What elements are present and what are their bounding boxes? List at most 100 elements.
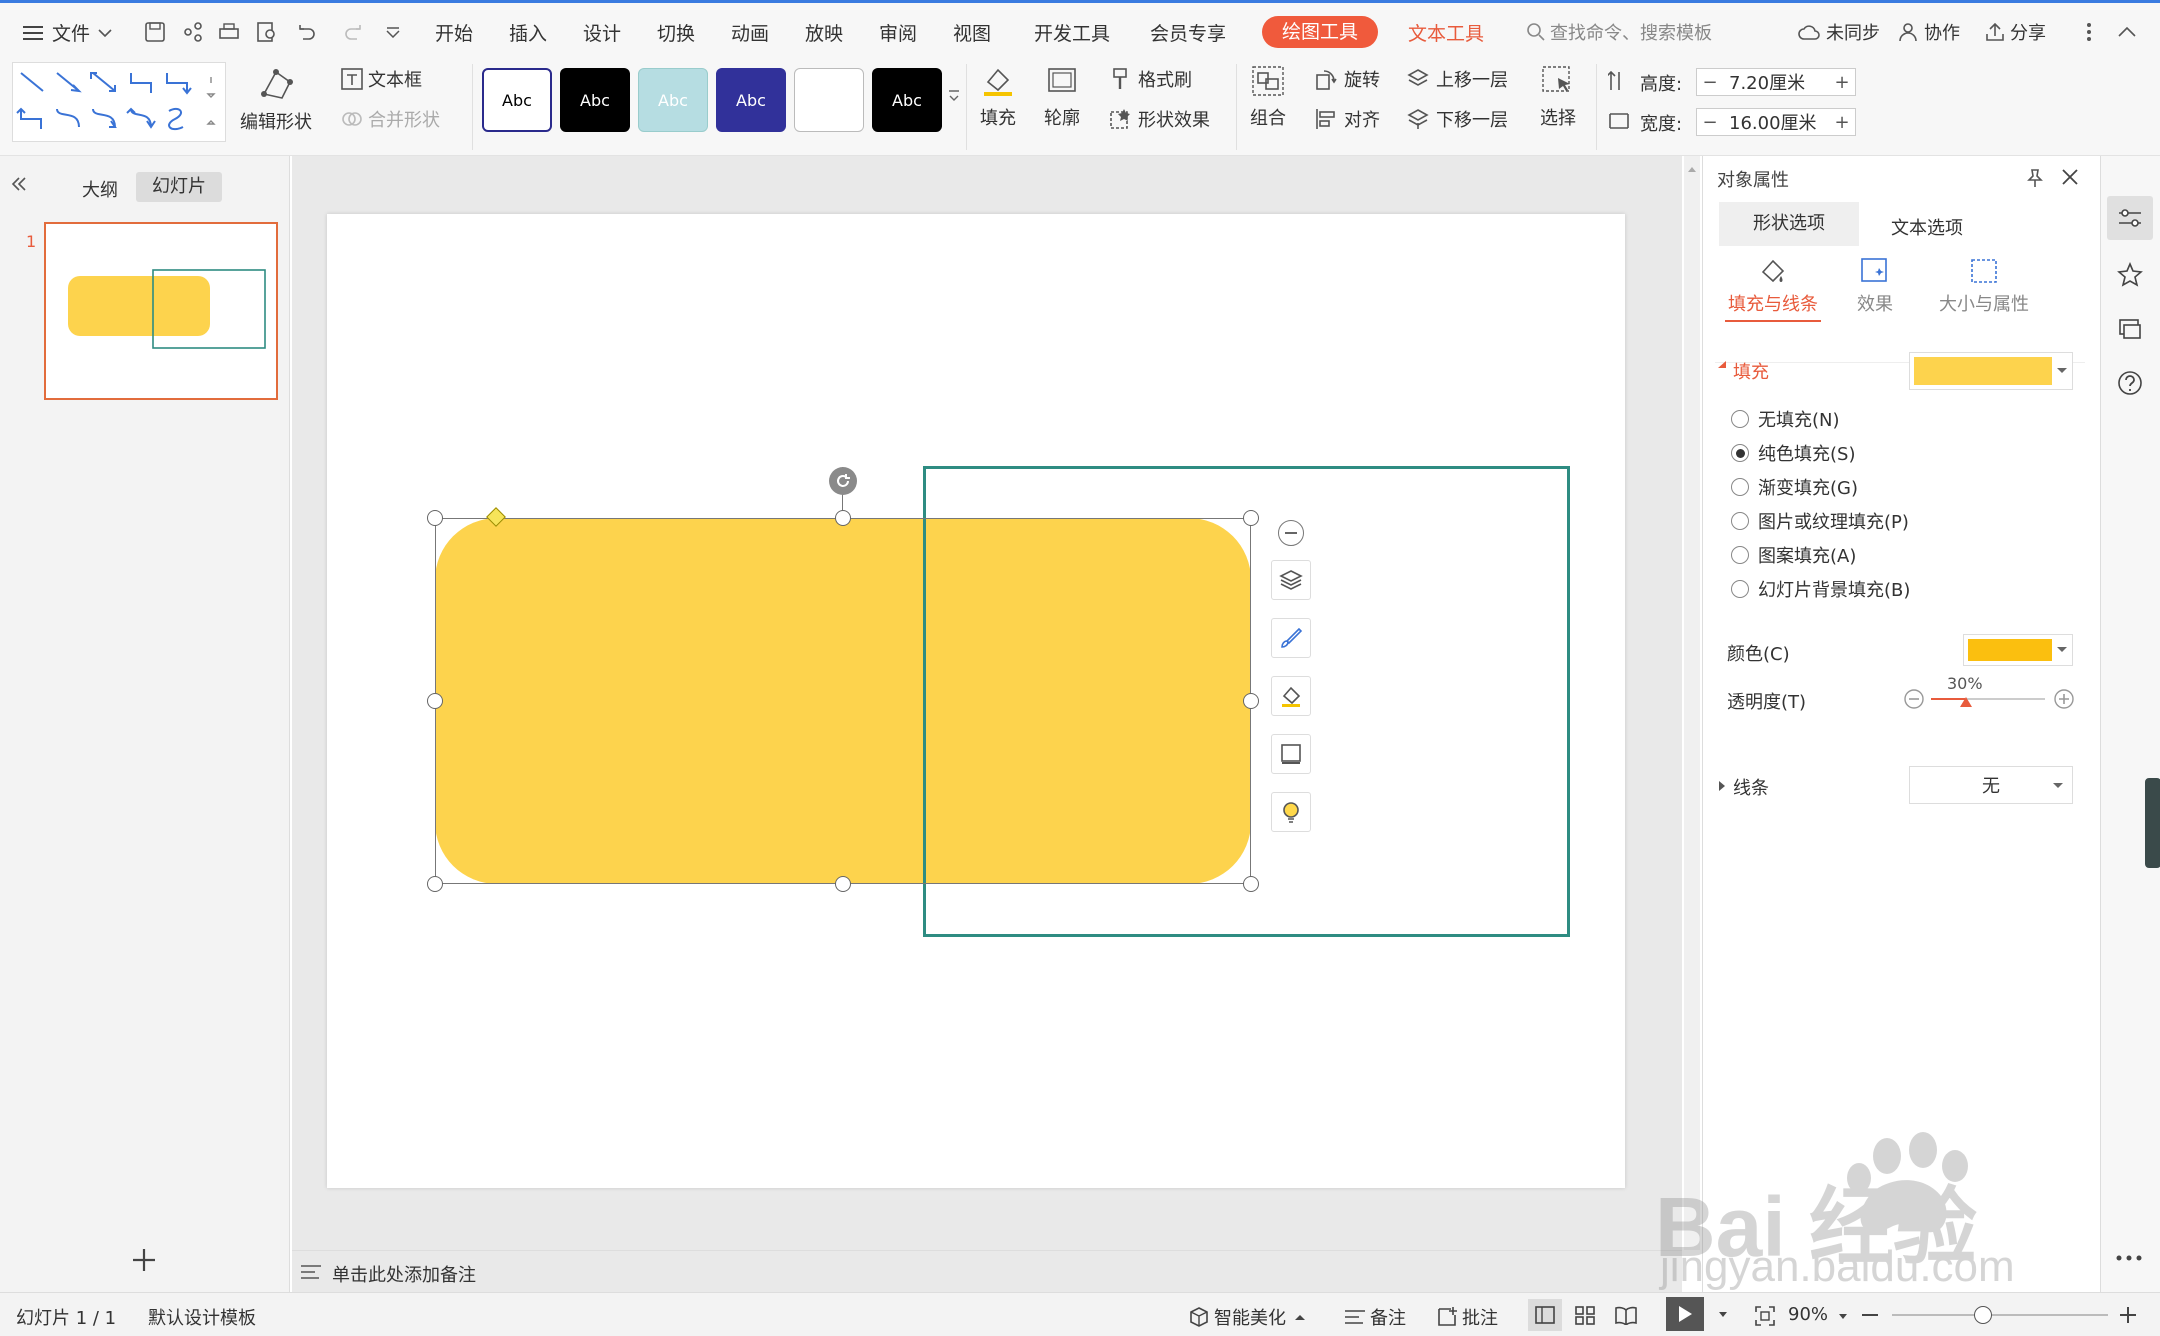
tab-home[interactable]: 开始 (435, 19, 473, 46)
transparency-slider-thumb[interactable] (1959, 696, 1973, 708)
print-preview-icon[interactable] (252, 17, 282, 47)
comment-button[interactable]: 批注 (1436, 1304, 1498, 1330)
sub-tab-size[interactable]: 大小与属性 (1929, 256, 2039, 316)
align-button[interactable]: 对齐 (1314, 106, 1380, 132)
select-button[interactable]: 选择 (1540, 64, 1576, 130)
layer-icon[interactable] (1271, 560, 1311, 600)
normal-view-icon[interactable] (1528, 1299, 1562, 1331)
rotate-button[interactable]: 旋转 (1314, 66, 1380, 92)
transparency-increase-icon[interactable] (2053, 688, 2075, 710)
tab-text-tools[interactable]: 文本工具 (1408, 19, 1484, 46)
height-value[interactable]: 7.20厘米 (1723, 69, 1829, 95)
color-picker[interactable] (1963, 634, 2073, 666)
fit-window-icon[interactable] (1754, 1305, 1776, 1327)
brush-icon[interactable] (1271, 618, 1311, 658)
radio-picture-fill[interactable]: 图片或纹理填充(P) (1731, 508, 1909, 534)
tab-member[interactable]: 会员专享 (1150, 19, 1226, 46)
radio-button[interactable] (1731, 546, 1749, 564)
width-increment[interactable]: + (1829, 112, 1855, 133)
resize-handle-n[interactable] (835, 510, 851, 526)
shape-effect-button[interactable]: 形状效果 (1108, 106, 1210, 132)
sub-tab-fill-line[interactable]: 填充与线条 (1723, 256, 1823, 322)
send-backward-button[interactable]: 下移一层 (1406, 106, 1508, 132)
fill-button[interactable]: 填充 (980, 64, 1016, 130)
play-slideshow-icon[interactable] (1666, 1297, 1704, 1331)
tab-view[interactable]: 视图 (953, 19, 991, 46)
tab-outline[interactable]: 大纲 (82, 176, 118, 202)
width-field[interactable]: − 16.00厘米 + (1696, 108, 1856, 136)
pin-icon[interactable] (2025, 168, 2045, 188)
zoom-slider-track[interactable] (1892, 1314, 2108, 1316)
outline-button[interactable]: 轮廓 (1044, 64, 1080, 130)
sub-tab-effect[interactable]: 效果 (1845, 256, 1905, 316)
shape-style-white[interactable] (794, 68, 864, 132)
textbox-button[interactable]: 文本框 (340, 66, 422, 92)
resize-handle-sw[interactable] (427, 876, 443, 892)
radio-button[interactable] (1731, 410, 1749, 428)
radio-gradient-fill[interactable]: 渐变填充(G) (1731, 474, 1858, 500)
line-collapsed-icon[interactable] (1717, 780, 1727, 792)
redo-icon[interactable] (340, 17, 370, 47)
play-options-chevron-icon[interactable] (1718, 1311, 1728, 1319)
fill-color-dropdown[interactable] (1909, 352, 2073, 390)
tab-slides[interactable]: 幻灯片 (136, 172, 222, 202)
radio-solid-fill[interactable]: 纯色填充(S) (1731, 440, 1855, 466)
resize-handle-se[interactable] (1243, 876, 1259, 892)
tab-insert[interactable]: 插入 (509, 19, 547, 46)
collab-button[interactable]: 协作 (1898, 19, 1960, 45)
shape-style-light-teal[interactable]: Abc (638, 68, 708, 132)
smart-beautify-button[interactable]: 智能美化 (1188, 1304, 1306, 1330)
undo-icon[interactable] (290, 17, 320, 47)
resize-handle-ne[interactable] (1243, 510, 1259, 526)
search-box[interactable]: 查找命令、搜索模板 (1526, 19, 1712, 45)
tab-review[interactable]: 审阅 (879, 19, 917, 46)
height-increment[interactable]: + (1829, 72, 1855, 93)
tab-text-options[interactable]: 文本选项 (1891, 214, 1963, 240)
collapse-toolbar-icon[interactable] (1278, 520, 1304, 546)
radio-no-fill[interactable]: 无填充(N) (1731, 406, 1840, 432)
zoom-in-icon[interactable] (2118, 1305, 2138, 1325)
scroll-up-icon[interactable] (1684, 160, 1700, 180)
star-shape-icon[interactable] (2117, 262, 2143, 288)
sync-button[interactable]: 未同步 (1798, 19, 1880, 45)
radio-pattern-fill[interactable]: 图案填充(A) (1731, 542, 1856, 568)
zoom-level[interactable]: 90% (1788, 1304, 1828, 1325)
lightbulb-icon[interactable] (1271, 792, 1311, 832)
outline-frame-icon[interactable] (1271, 734, 1311, 774)
shape-style-outline-navy[interactable]: Abc (482, 68, 552, 132)
notes-bar[interactable]: 单击此处添加备注 (292, 1250, 1682, 1292)
shape-style-navy[interactable]: Abc (716, 68, 786, 132)
help-icon[interactable] (2117, 370, 2143, 396)
reading-view-icon[interactable] (1614, 1305, 1638, 1325)
collapse-ribbon-icon[interactable] (2112, 17, 2142, 47)
bring-forward-button[interactable]: 上移一层 (1406, 66, 1508, 92)
customize-toolbar-icon[interactable] (378, 17, 408, 47)
save-icon[interactable] (140, 17, 170, 47)
edit-shape-button[interactable]: 编辑形状 (240, 66, 312, 134)
radio-button[interactable] (1731, 580, 1749, 598)
properties-sliders-icon[interactable] (2107, 196, 2153, 240)
more-options-icon[interactable] (2074, 17, 2104, 47)
share-button[interactable]: 分享 (1984, 19, 2046, 45)
grid-view-icon[interactable] (1574, 1305, 1596, 1325)
shape-style-black[interactable]: Abc (560, 68, 630, 132)
file-menu[interactable]: 文件 (22, 19, 112, 46)
add-slide-icon[interactable] (130, 1246, 158, 1274)
connector-gallery[interactable] (12, 62, 226, 142)
width-decrement[interactable]: − (1697, 112, 1723, 133)
zoom-dropdown-icon[interactable] (1838, 1313, 1848, 1321)
merge-shape-button[interactable]: 合并形状 (340, 106, 440, 132)
radio-button[interactable] (1731, 478, 1749, 496)
fill-section-header[interactable]: 填充 (1733, 358, 1769, 384)
rotate-handle-icon[interactable] (829, 467, 857, 495)
group-button[interactable]: 组合 (1250, 64, 1286, 130)
tab-design[interactable]: 设计 (583, 19, 621, 46)
print-icon[interactable] (214, 17, 244, 47)
height-field[interactable]: − 7.20厘米 + (1696, 68, 1856, 96)
panel-title[interactable]: 对象属性 (1717, 166, 1789, 192)
tab-transition[interactable]: 切换 (657, 19, 695, 46)
more-panels-icon[interactable] (2115, 1254, 2143, 1262)
slide-thumbnail[interactable] (44, 222, 278, 400)
zoom-slider-thumb[interactable] (1974, 1306, 1992, 1324)
shape-style-black-2[interactable]: Abc (872, 68, 942, 132)
